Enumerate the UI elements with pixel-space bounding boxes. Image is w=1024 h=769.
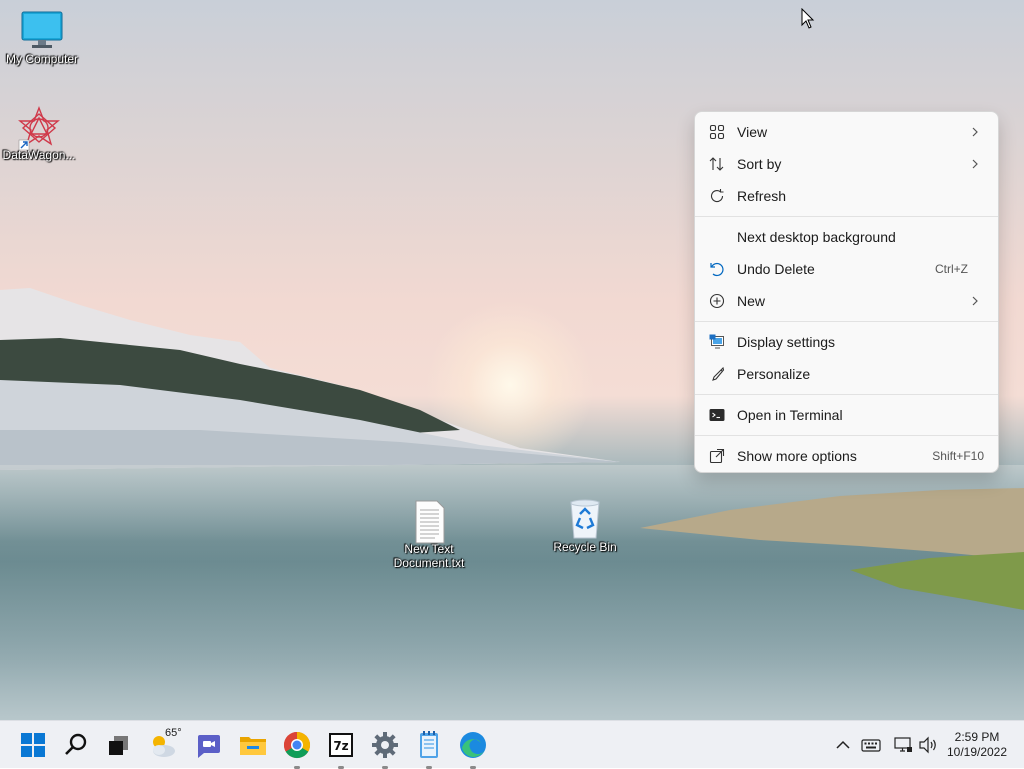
notepad-button[interactable] — [413, 729, 445, 769]
sort-icon — [709, 157, 724, 171]
chevron-right-icon — [972, 296, 978, 306]
network-icon — [894, 737, 912, 752]
shortcut-text: Ctrl+Z — [935, 262, 968, 276]
shortcut-text: Shift+F10 — [932, 449, 984, 463]
taskbar: 65° 7z 2:59 PM 10/19/2022 — [0, 720, 1024, 769]
datawagon-logo-icon — [18, 106, 60, 151]
menu-item-label: Personalize — [737, 366, 811, 382]
menu-item-label: View — [737, 124, 768, 140]
terminal-icon — [709, 409, 725, 421]
menu-item-open-in-terminal[interactable]: Open in Terminal — [699, 399, 994, 431]
menu-item-next-desktop-background[interactable]: Next desktop background — [699, 221, 994, 253]
edge-button[interactable] — [457, 729, 489, 769]
desktop-icon-my-computer[interactable]: My Computer — [0, 10, 84, 66]
desktop-context-menu: View Sort by Refresh Next desktop backgr… — [694, 111, 999, 473]
menu-separator — [695, 394, 998, 395]
search-icon — [65, 733, 87, 755]
grid-icon — [709, 124, 725, 140]
desktop-icon-label: DataWagon... — [2, 148, 76, 162]
weather-widget[interactable]: 65° — [146, 727, 182, 761]
chevron-right-icon — [972, 159, 978, 169]
menu-separator — [695, 435, 998, 436]
desktop-icon-new-text-document[interactable]: New Text Document.txt — [387, 500, 471, 570]
chrome-icon — [283, 731, 311, 759]
teams-chat-icon — [198, 735, 220, 758]
text-file-icon — [415, 500, 445, 544]
start-icon — [21, 733, 45, 757]
task-view-icon — [109, 736, 128, 755]
menu-item-label: New — [737, 293, 766, 309]
file-explorer-icon — [240, 737, 266, 755]
refresh-icon — [710, 189, 724, 203]
menu-item-sort-by[interactable]: Sort by — [699, 148, 994, 180]
network-indicator[interactable] — [892, 734, 914, 756]
computer-icon — [21, 11, 63, 48]
menu-separator — [695, 216, 998, 217]
weather-temperature: 65° — [165, 727, 182, 739]
clock[interactable]: 2:59 PM 10/19/2022 — [938, 730, 1016, 760]
7zip-icon: 7z — [329, 733, 353, 757]
show-hidden-icons-button[interactable] — [832, 734, 854, 756]
menu-item-show-more-options[interactable]: Show more options Shift+F10 — [699, 440, 994, 472]
menu-item-label: Open in Terminal — [737, 407, 843, 423]
notepad-icon — [420, 731, 438, 758]
recycle-bin-icon — [570, 499, 600, 539]
brush-icon — [712, 366, 725, 381]
input-indicator[interactable] — [860, 734, 882, 756]
menu-item-label: Show more options — [737, 448, 857, 464]
volume-icon — [919, 736, 936, 754]
menu-item-new[interactable]: New — [699, 285, 994, 317]
chevron-up-icon — [836, 740, 850, 749]
desktop-icon-label: New Text Document.txt — [393, 542, 465, 570]
search-button[interactable] — [60, 729, 92, 761]
edge-icon — [460, 732, 486, 758]
desktop-icon-recycle-bin[interactable]: Recycle Bin — [543, 498, 627, 554]
display-icon — [709, 334, 724, 349]
menu-item-label: Refresh — [737, 188, 787, 204]
menu-item-display-settings[interactable]: Display settings — [699, 326, 994, 358]
menu-item-label: Display settings — [737, 334, 836, 350]
mouse-cursor-icon — [801, 8, 815, 29]
menu-item-label: Sort by — [737, 156, 782, 172]
more-options-icon — [709, 448, 725, 464]
chevron-right-icon — [972, 127, 978, 137]
menu-item-label: Undo Delete — [737, 261, 815, 277]
desktop-icon-datawagon[interactable]: DataWagon... — [0, 106, 81, 162]
menu-item-view[interactable]: View — [699, 116, 994, 148]
grassy-shore — [640, 488, 1024, 610]
menu-item-personalize[interactable]: Personalize — [699, 358, 994, 390]
menu-item-label: Next desktop background — [737, 229, 896, 245]
svg-text:7z: 7z — [333, 739, 348, 753]
file-explorer-button[interactable] — [237, 729, 269, 761]
settings-icon — [372, 732, 398, 758]
keyboard-icon — [861, 739, 881, 752]
plus-circle-icon — [709, 293, 725, 309]
settings-button[interactable] — [369, 729, 401, 769]
undo-icon — [710, 262, 724, 277]
start-button[interactable] — [17, 729, 49, 761]
desktop-icon-label: Recycle Bin — [553, 540, 617, 554]
clock-date: 10/19/2022 — [946, 745, 1008, 759]
desktop-icon-label: My Computer — [5, 52, 79, 66]
menu-item-refresh[interactable]: Refresh — [699, 180, 994, 212]
chrome-button[interactable] — [281, 729, 313, 769]
clock-time: 2:59 PM — [954, 730, 1000, 744]
teams-chat-button[interactable] — [192, 729, 224, 761]
menu-item-undo-delete[interactable]: Undo Delete Ctrl+Z — [699, 253, 994, 285]
7zip-button[interactable]: 7z — [325, 729, 357, 769]
volume-indicator[interactable] — [917, 734, 939, 756]
task-view-button[interactable] — [103, 729, 135, 761]
menu-separator — [695, 321, 998, 322]
